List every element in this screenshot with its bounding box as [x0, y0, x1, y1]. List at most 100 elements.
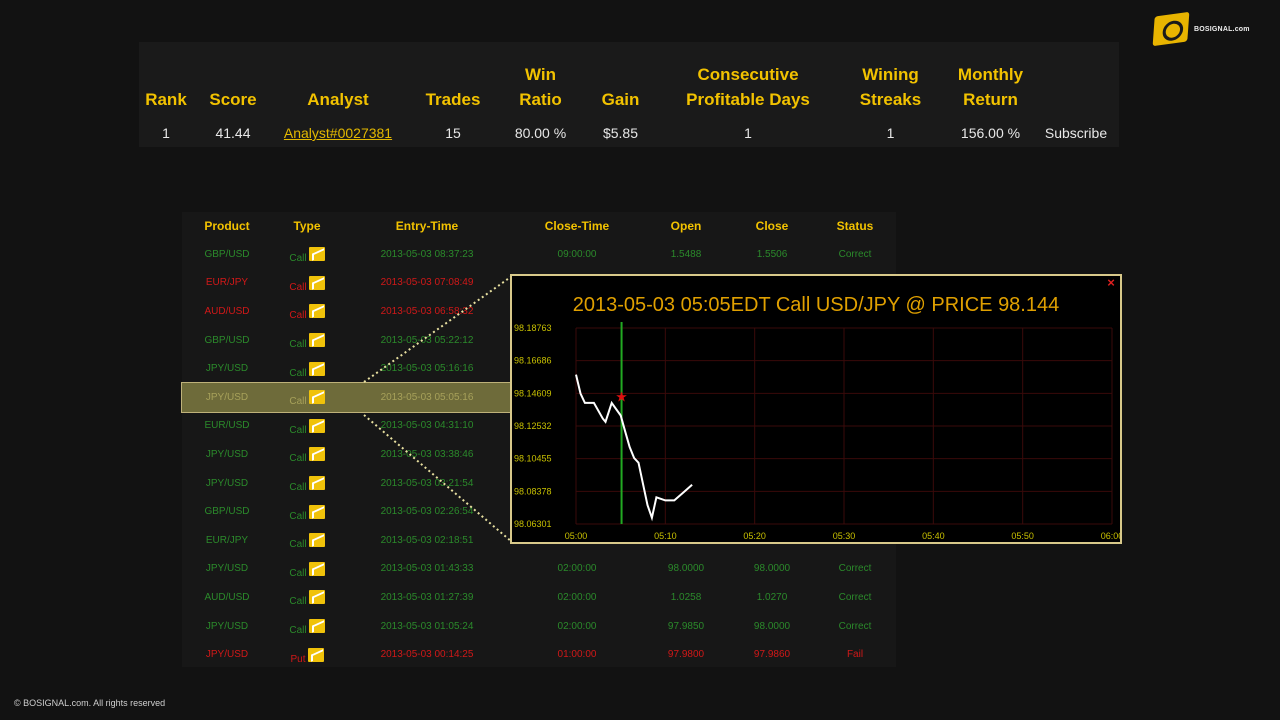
trade-row[interactable]: JPY/USD Call 2013-05-03 01:05:24 02:00:00 97… [182, 612, 896, 641]
x-tick-label: 05:40 [922, 531, 945, 541]
trade-row[interactable]: AUD/USD Call 2013-05-03 01:27:39 02:00:00 1.… [182, 583, 896, 612]
header-win-ratio: Win Ratio [519, 65, 562, 109]
trade-product: GBP/USD [204, 334, 250, 346]
trade-row[interactable]: GBP/USD Call 2013-05-03 08:37:23 09:00:00 1.… [182, 240, 896, 269]
chart-icon[interactable] [308, 390, 325, 405]
trade-type-wrap: Call [289, 504, 325, 522]
trade-status: Correct [838, 248, 872, 260]
analyst-link[interactable]: Analyst#0027381 [284, 125, 392, 141]
trade-type: Call [289, 339, 307, 351]
chart-icon[interactable] [308, 247, 325, 262]
analyst-ranking-panel: Rank Score Analyst Trades Win Ratio Gain… [139, 42, 1119, 147]
trade-open-price: 1.5488 [670, 248, 702, 260]
header-score: Score [209, 90, 257, 109]
trade-type-wrap: Put [290, 647, 324, 665]
trade-entry-time: 2013-05-03 01:43:33 [380, 563, 474, 575]
trade-entry-time: 2013-05-03 05:16:16 [380, 363, 474, 375]
chart-icon[interactable] [308, 533, 325, 548]
chart-icon[interactable] [308, 504, 325, 519]
trade-product: EUR/JPY [205, 534, 249, 546]
header-consecutive-days: Consecutive Profitable Days [686, 65, 810, 109]
trade-open-price: 1.0258 [670, 591, 702, 603]
trade-type: Call [289, 253, 307, 265]
chart-icon[interactable] [308, 619, 325, 634]
score-value: 41.44 [215, 125, 251, 141]
subscribe-button[interactable]: Subscribe [1033, 116, 1119, 150]
y-tick-label: 98.18763 [514, 323, 552, 333]
trade-row[interactable]: JPY/USD Put 2013-05-03 00:14:25 01:00:00 97.… [182, 640, 896, 669]
header-product: Product [204, 219, 250, 233]
trade-type-wrap: Call [289, 275, 325, 293]
trade-history-header: Product Type Entry-Time Close-Time Open … [182, 212, 896, 240]
x-tick-label: 05:10 [654, 531, 677, 541]
trade-product: GBP/USD [204, 506, 250, 518]
trade-type-cell: Call [272, 390, 342, 407]
trade-entry-time: 2013-05-03 03:38:46 [380, 448, 474, 460]
chart-icon[interactable] [307, 647, 324, 662]
trade-type: Call [289, 424, 307, 436]
chart-icon[interactable] [308, 590, 325, 605]
trade-entry-time: 2013-05-03 05:22:12 [380, 334, 474, 346]
trade-type-wrap: Call [289, 247, 325, 265]
header-rank: Rank [145, 90, 187, 109]
chart-icon[interactable] [308, 476, 325, 491]
trade-type: Call [289, 310, 307, 322]
trade-type-cell: Call [272, 247, 342, 265]
chart-icon[interactable] [308, 333, 325, 348]
trade-close-price: 1.5506 [756, 248, 788, 260]
trade-open-price: 97.9850 [667, 620, 705, 632]
chart-icon[interactable] [308, 361, 325, 376]
trade-type-cell: Call [272, 447, 342, 464]
y-tick-label: 98.06301 [514, 519, 552, 529]
trade-type-wrap: Call [289, 619, 325, 637]
trade-type-wrap: Call [289, 533, 325, 551]
trade-type: Call [289, 539, 307, 551]
header-status: Status [836, 219, 874, 233]
trade-type-wrap: Call [289, 561, 325, 579]
trade-entry-time: 2013-05-03 02:18:51 [380, 534, 474, 546]
trade-status: Correct [838, 591, 872, 603]
trade-status: Fail [846, 649, 864, 661]
entry-point-marker: ★ [615, 390, 628, 406]
trade-entry-time: 2013-05-03 03:21:54 [380, 477, 474, 489]
bosignal-logo[interactable]: BOSIGNAL.com [1152, 11, 1250, 47]
consecutive-days-value: 1 [744, 125, 752, 141]
x-tick-label: 06:00 [1101, 531, 1120, 541]
trade-type-wrap: Call [289, 304, 325, 322]
price-chart: 98.18763 98.16686 98.14609 98.12532 98.10455… [514, 322, 1120, 541]
chart-icon[interactable] [308, 275, 325, 290]
trade-type-wrap: Call [289, 476, 325, 493]
price-series-line [575, 374, 693, 522]
trade-type: Call [289, 596, 307, 608]
chart-icon[interactable] [308, 447, 325, 462]
trade-type-wrap: Call [289, 361, 325, 379]
trade-entry-time: 2013-05-03 01:27:39 [380, 591, 474, 603]
y-tick-label: 98.08378 [514, 486, 552, 496]
trade-type: Call [289, 625, 307, 637]
trade-type-cell: Call [272, 533, 342, 551]
trade-close-price: 98.0000 [753, 620, 791, 632]
chart-icon[interactable] [308, 418, 325, 433]
trade-entry-time: 2013-05-03 02:26:54 [380, 506, 474, 518]
header-wining-streaks: Wining Streaks [859, 65, 922, 109]
trade-product: JPY/USD [205, 620, 249, 632]
chart-icon[interactable] [308, 304, 325, 319]
trade-chart-popup: 2013-05-03 05:05EDT Call USD/JPY @ PRICE… [510, 274, 1122, 544]
trade-type-cell: Call [272, 590, 342, 608]
trade-product: JPY/USD [205, 448, 249, 460]
trade-close-time: 02:00:00 [557, 620, 597, 632]
chart-icon[interactable] [308, 561, 325, 576]
header-close: Close [755, 219, 789, 233]
header-gain: Gain [601, 90, 640, 109]
trade-entry-time: 2013-05-03 04:31:10 [380, 420, 474, 432]
trade-open-price: 97.9800 [667, 649, 705, 661]
trade-product: JPY/USD [205, 363, 249, 375]
trade-entry-time: 2013-05-03 08:37:23 [380, 248, 474, 260]
trade-type-cell: Call [272, 333, 342, 351]
trade-row[interactable]: JPY/USD Call 2013-05-03 01:43:33 02:00:00 98… [182, 555, 896, 584]
trade-status: Correct [838, 563, 872, 575]
header-trades: Trades [425, 90, 481, 109]
trade-type: Call [289, 367, 307, 379]
trade-type-cell: Put [272, 647, 342, 665]
analyst-cell: Analyst#0027381 [273, 116, 403, 150]
